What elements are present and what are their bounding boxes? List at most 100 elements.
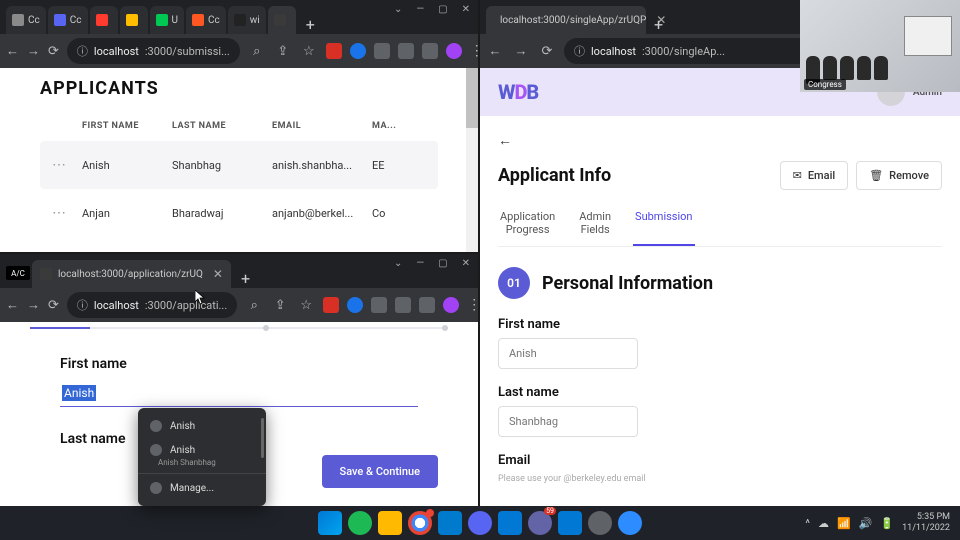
profile-avatar[interactable] <box>446 43 462 59</box>
wifi-icon[interactable]: 📶 <box>837 517 851 530</box>
extension-icon[interactable] <box>326 43 342 59</box>
browser-tab-active[interactable] <box>268 6 296 34</box>
puzzle-icon[interactable] <box>395 297 411 313</box>
reload-button[interactable]: ⟳ <box>538 42 556 60</box>
table-row[interactable]: ⋯ Anjan Bharadwaj anjanb@berkel... Co <box>40 189 438 237</box>
site-info-icon[interactable]: ⓘ <box>77 43 88 59</box>
back-arrow-button[interactable]: ← <box>498 132 512 149</box>
search-icon[interactable]: ⌕ <box>245 296 263 314</box>
extension-icon[interactable] <box>374 43 390 59</box>
forward-button[interactable]: → <box>27 296 40 314</box>
progress-stepper <box>30 324 448 332</box>
file-explorer-icon[interactable] <box>378 511 402 535</box>
sidepanel-icon[interactable] <box>419 297 435 313</box>
browser-tab-active[interactable]: localhost:3000/singleApp/zrUQP ✕ <box>486 6 646 34</box>
maximize-icon[interactable]: ▢ <box>438 258 447 269</box>
sidepanel-icon[interactable] <box>422 43 438 59</box>
close-icon[interactable]: ✕ <box>462 4 470 15</box>
address-bar[interactable]: ⓘ localhost:3000/singleAp... <box>564 38 830 64</box>
star-icon[interactable]: ☆ <box>300 42 318 60</box>
tab-submission[interactable]: Submission <box>633 204 694 246</box>
site-info-icon[interactable]: ⓘ <box>77 297 88 313</box>
new-tab-button[interactable]: + <box>646 15 671 34</box>
puzzle-icon[interactable] <box>398 43 414 59</box>
forward-button[interactable]: → <box>512 42 530 60</box>
new-tab-button[interactable]: + <box>233 269 258 288</box>
vscode-icon[interactable] <box>438 511 462 535</box>
email-label: Email <box>498 453 942 468</box>
browser-tab[interactable] <box>120 6 148 34</box>
search-icon[interactable]: ⌕ <box>248 42 266 60</box>
close-tab-icon[interactable]: ✕ <box>213 267 223 281</box>
browser-tab-active[interactable]: localhost:3000/application/zrUQ ✕ <box>32 260 231 288</box>
discord-icon[interactable] <box>468 511 492 535</box>
clock[interactable]: 5:35 PM 11/11/2022 <box>902 512 950 534</box>
extension-icon[interactable] <box>371 297 387 313</box>
battery-icon[interactable]: 🔋 <box>880 517 894 530</box>
tabstrip: Cc Cc U Cc wi + ⌄ — ▢ ✕ <box>0 0 478 34</box>
browser-tab[interactable]: Cc <box>186 6 226 34</box>
share-icon[interactable]: ⇪ <box>271 296 289 314</box>
gear-icon <box>150 482 162 494</box>
share-icon[interactable]: ⇪ <box>274 42 292 60</box>
mail-icon[interactable] <box>498 511 522 535</box>
video-call-overlay[interactable]: Congress <box>800 0 960 92</box>
reload-button[interactable]: ⟳ <box>48 42 59 60</box>
onedrive-icon[interactable]: ☁ <box>818 517 829 530</box>
zoom-icon[interactable] <box>618 511 642 535</box>
col-email: EMAIL <box>272 121 372 131</box>
minimize-icon[interactable]: — <box>416 4 424 15</box>
chevron-down-icon[interactable]: ⌄ <box>394 4 402 15</box>
tab-application-progress[interactable]: ApplicationProgress <box>498 204 557 246</box>
star-icon[interactable]: ☆ <box>297 296 315 314</box>
back-button[interactable]: ← <box>486 42 504 60</box>
first-name-input[interactable]: Anish <box>60 380 418 407</box>
scrollbar[interactable] <box>466 68 478 252</box>
favicon-icon <box>234 14 246 26</box>
last-name-input[interactable] <box>498 406 638 437</box>
forward-button[interactable]: → <box>27 42 40 60</box>
autofill-option[interactable]: Anish <box>138 414 266 438</box>
tab-admin-fields[interactable]: AdminFields <box>577 204 613 246</box>
chevron-down-icon[interactable]: ⌄ <box>394 258 402 269</box>
reload-button[interactable]: ⟳ <box>48 296 59 314</box>
teams-icon[interactable] <box>528 511 552 535</box>
table-row[interactable]: ⋯ Anish Shanbhag anish.shanbha... EE <box>40 141 438 189</box>
minimize-icon[interactable]: — <box>416 258 424 269</box>
address-bar[interactable]: ⓘ localhost:3000/submissi... <box>67 38 240 64</box>
chrome-icon[interactable] <box>408 511 432 535</box>
power-automate-icon[interactable] <box>558 511 582 535</box>
close-icon[interactable]: ✕ <box>462 258 470 269</box>
browser-tab[interactable] <box>90 6 118 34</box>
extension-icon[interactable] <box>347 297 363 313</box>
col-first-name: FIRST NAME <box>82 121 172 131</box>
settings-icon[interactable] <box>588 511 612 535</box>
save-continue-button[interactable]: Save & Continue <box>322 455 438 488</box>
browser-tab[interactable]: U <box>150 6 184 34</box>
row-menu-icon[interactable]: ⋯ <box>52 205 82 221</box>
chevron-up-icon[interactable]: ^ <box>805 517 810 530</box>
scrollbar[interactable] <box>261 418 264 458</box>
back-button[interactable]: ← <box>6 42 19 60</box>
logo[interactable]: WDB <box>498 80 538 104</box>
remove-button[interactable]: 🗑Remove <box>856 161 942 190</box>
start-button[interactable] <box>318 511 342 535</box>
maximize-icon[interactable]: ▢ <box>438 4 447 15</box>
email-button[interactable]: ✉Email <box>780 161 849 190</box>
back-button[interactable]: ← <box>6 296 19 314</box>
profile-avatar[interactable] <box>443 297 459 313</box>
browser-tab[interactable]: Cc <box>48 6 88 34</box>
volume-icon[interactable]: 🔊 <box>859 517 873 530</box>
browser-tab[interactable]: Cc <box>6 6 46 34</box>
row-menu-icon[interactable]: ⋯ <box>52 157 82 173</box>
extension-icon[interactable] <box>350 43 366 59</box>
spotify-icon[interactable] <box>348 511 372 535</box>
browser-tab[interactable]: wi <box>228 6 266 34</box>
autofill-manage[interactable]: Manage... <box>138 476 266 500</box>
extension-icon[interactable] <box>323 297 339 313</box>
new-tab-button[interactable]: + <box>298 15 323 34</box>
first-name-input[interactable] <box>498 338 638 369</box>
address-bar[interactable]: ⓘ localhost:3000/applicati... <box>67 292 237 318</box>
window-controls: ⌄ — ▢ ✕ <box>394 4 470 15</box>
site-info-icon[interactable]: ⓘ <box>574 43 585 59</box>
